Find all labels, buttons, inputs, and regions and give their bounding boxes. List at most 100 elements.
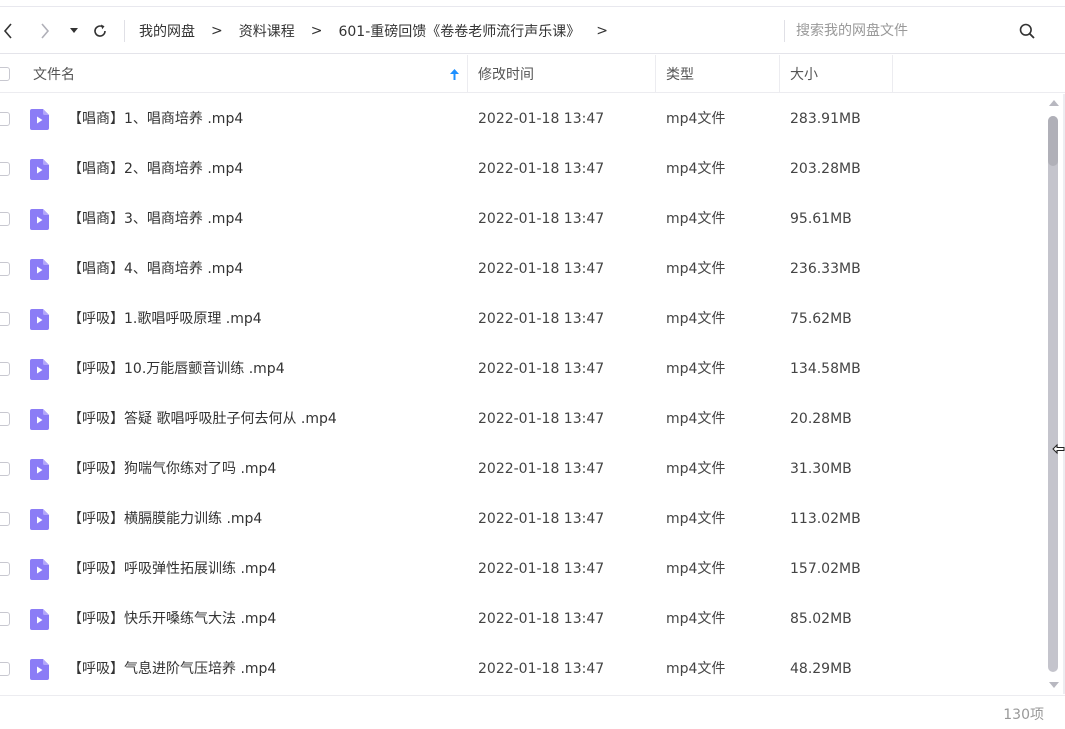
- table-row[interactable]: 【呼吸】1.歌唱呼吸原理 .mp4 2022-01-18 13:47 mp4文件…: [0, 294, 1043, 344]
- column-header-type-label: 类型: [666, 67, 694, 83]
- video-file-icon: [30, 159, 49, 180]
- row-checkbox[interactable]: [0, 162, 10, 176]
- item-count: 130项: [1003, 707, 1044, 723]
- row-checkbox[interactable]: [0, 462, 10, 476]
- file-modified: 2022-01-18 13:47: [478, 461, 605, 477]
- row-checkbox[interactable]: [0, 112, 10, 126]
- column-header-modified[interactable]: 修改时间: [468, 55, 656, 93]
- file-type: mp4文件: [666, 461, 726, 477]
- row-checkbox[interactable]: [0, 512, 10, 526]
- scroll-thumb[interactable]: [1048, 116, 1058, 672]
- back-button[interactable]: [0, 8, 16, 54]
- file-size: 48.29MB: [790, 661, 852, 677]
- breadcrumb-item-current-folder[interactable]: 601-重磅回馈《卷卷老师流行声乐课》: [338, 21, 580, 41]
- table-row[interactable]: 【唱商】4、唱商培养 .mp4 2022-01-18 13:47 mp4文件 2…: [0, 244, 1043, 294]
- column-header-name-label: 文件名: [33, 67, 75, 83]
- file-type: mp4文件: [666, 561, 726, 577]
- file-name[interactable]: 【呼吸】10.万能唇颤音训练 .mp4: [68, 344, 285, 394]
- file-name[interactable]: 【呼吸】呼吸弹性拓展训练 .mp4: [68, 544, 276, 594]
- file-name[interactable]: 【呼吸】狗喘气你练对了吗 .mp4: [68, 444, 276, 494]
- file-modified: 2022-01-18 13:47: [478, 611, 605, 627]
- table-row[interactable]: 【唱商】3、唱商培养 .mp4 2022-01-18 13:47 mp4文件 9…: [0, 194, 1043, 244]
- search-divider: [784, 20, 785, 42]
- file-size: 31.30MB: [790, 461, 852, 477]
- file-modified: 2022-01-18 13:47: [478, 261, 605, 277]
- file-name[interactable]: 【呼吸】气息进阶气压培养 .mp4: [68, 644, 276, 694]
- file-type: mp4文件: [666, 161, 726, 177]
- column-header-type[interactable]: 类型: [656, 55, 780, 93]
- file-modified: 2022-01-18 13:47: [478, 361, 605, 377]
- file-name[interactable]: 【唱商】2、唱商培养 .mp4: [68, 144, 243, 194]
- column-header-name[interactable]: 文件名: [0, 55, 468, 93]
- file-name[interactable]: 【呼吸】横膈膜能力训练 .mp4: [68, 494, 262, 544]
- column-header-size[interactable]: 大小: [780, 55, 893, 93]
- toolbar-divider: [124, 20, 125, 42]
- video-file-icon: [30, 459, 49, 480]
- row-checkbox[interactable]: [0, 562, 10, 576]
- breadcrumb-separator[interactable]: >: [596, 23, 608, 39]
- column-header-modified-label: 修改时间: [478, 67, 534, 83]
- scroll-track[interactable]: [1048, 116, 1058, 672]
- file-name[interactable]: 【唱商】4、唱商培养 .mp4: [68, 244, 243, 294]
- forward-button[interactable]: [34, 8, 56, 54]
- file-name[interactable]: 【呼吸】快乐开嗓练气大法 .mp4: [68, 594, 276, 644]
- file-modified: 2022-01-18 13:47: [478, 161, 605, 177]
- search-button[interactable]: [1016, 20, 1038, 42]
- file-name[interactable]: 【唱商】1、唱商培养 .mp4: [68, 94, 243, 144]
- file-modified: 2022-01-18 13:47: [478, 561, 605, 577]
- file-name[interactable]: 【呼吸】1.歌唱呼吸原理 .mp4: [68, 294, 262, 344]
- file-type: mp4文件: [666, 511, 726, 527]
- chevron-right-icon: [41, 23, 50, 39]
- file-name[interactable]: 【呼吸】答疑 歌唱呼吸肚子何去何从 .mp4: [68, 394, 337, 444]
- row-checkbox[interactable]: [0, 312, 10, 326]
- table-row[interactable]: 【呼吸】答疑 歌唱呼吸肚子何去何从 .mp4 2022-01-18 13:47 …: [0, 394, 1043, 444]
- file-type: mp4文件: [666, 211, 726, 227]
- file-size: 20.28MB: [790, 411, 852, 427]
- row-checkbox[interactable]: [0, 262, 10, 276]
- row-checkbox[interactable]: [0, 662, 10, 676]
- search-icon: [1019, 23, 1035, 39]
- file-list-header: 文件名 修改时间 类型 大小: [0, 55, 1065, 93]
- video-file-icon: [30, 409, 49, 430]
- table-row[interactable]: 【呼吸】10.万能唇颤音训练 .mp4 2022-01-18 13:47 mp4…: [0, 344, 1043, 394]
- row-checkbox[interactable]: [0, 212, 10, 226]
- video-file-icon: [30, 209, 49, 230]
- breadcrumb: 我的网盘 > 资料课程 > 601-重磅回馈《卷卷老师流行声乐课》 >: [139, 8, 624, 54]
- file-modified: 2022-01-18 13:47: [478, 111, 605, 127]
- vertical-scrollbar[interactable]: [1045, 94, 1061, 694]
- table-row[interactable]: 【呼吸】呼吸弹性拓展训练 .mp4 2022-01-18 13:47 mp4文件…: [0, 544, 1043, 594]
- table-row[interactable]: 【呼吸】横膈膜能力训练 .mp4 2022-01-18 13:47 mp4文件 …: [0, 494, 1043, 544]
- row-checkbox[interactable]: [0, 612, 10, 626]
- refresh-icon: [94, 24, 106, 37]
- table-row[interactable]: 【唱商】2、唱商培养 .mp4 2022-01-18 13:47 mp4文件 2…: [0, 144, 1043, 194]
- scroll-up-arrow[interactable]: [1049, 100, 1059, 106]
- row-checkbox[interactable]: [0, 362, 10, 376]
- file-type: mp4文件: [666, 611, 726, 627]
- search-input[interactable]: [796, 16, 1006, 46]
- file-size: 203.28MB: [790, 161, 861, 177]
- table-row[interactable]: 【呼吸】气息进阶气压培养 .mp4 2022-01-18 13:47 mp4文件…: [0, 644, 1043, 694]
- chevron-left-icon: [3, 23, 12, 39]
- video-file-icon: [30, 359, 49, 380]
- file-size: 236.33MB: [790, 261, 861, 277]
- table-row[interactable]: 【唱商】1、唱商培养 .mp4 2022-01-18 13:47 mp4文件 2…: [0, 94, 1043, 144]
- file-type: mp4文件: [666, 361, 726, 377]
- file-list: 【唱商】1、唱商培养 .mp4 2022-01-18 13:47 mp4文件 2…: [0, 94, 1043, 694]
- table-row[interactable]: 【呼吸】快乐开嗓练气大法 .mp4 2022-01-18 13:47 mp4文件…: [0, 594, 1043, 644]
- breadcrumb-item-courses[interactable]: 资料课程: [239, 21, 295, 41]
- video-file-icon: [30, 309, 49, 330]
- file-modified: 2022-01-18 13:47: [478, 411, 605, 427]
- breadcrumb-separator: >: [310, 23, 323, 39]
- row-checkbox[interactable]: [0, 412, 10, 426]
- table-row[interactable]: 【呼吸】狗喘气你练对了吗 .mp4 2022-01-18 13:47 mp4文件…: [0, 444, 1043, 494]
- refresh-button[interactable]: [89, 8, 111, 54]
- resize-cursor-icon: [1052, 443, 1065, 455]
- file-type: mp4文件: [666, 111, 726, 127]
- file-name[interactable]: 【唱商】3、唱商培养 .mp4: [68, 194, 243, 244]
- file-modified: 2022-01-18 13:47: [478, 311, 605, 327]
- breadcrumb-item-root[interactable]: 我的网盘: [139, 21, 195, 41]
- file-type: mp4文件: [666, 661, 726, 677]
- scroll-down-arrow[interactable]: [1049, 682, 1059, 688]
- history-dropdown-button[interactable]: [66, 8, 82, 54]
- file-modified: 2022-01-18 13:47: [478, 511, 605, 527]
